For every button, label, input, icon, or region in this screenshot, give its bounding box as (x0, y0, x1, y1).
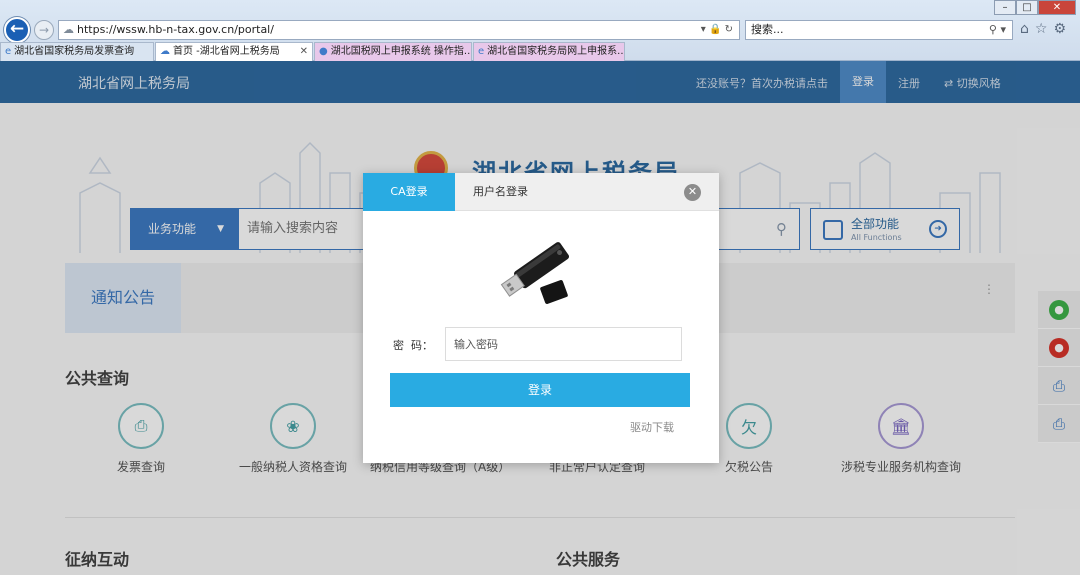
password-input[interactable] (445, 327, 682, 361)
ie-icon: e (5, 46, 12, 57)
tab-label: 首页 -湖北省网上税务局 (173, 46, 280, 57)
search-icon[interactable]: ⚲ ▾ (989, 21, 1006, 39)
driver-download-link[interactable]: 驱动下载 (630, 419, 674, 435)
tab-label: 湖北省国家税务局网上申报系... (487, 46, 625, 57)
tab-ca-login[interactable]: CA登录 (363, 173, 455, 211)
url-path: /portal/ (234, 23, 274, 36)
tab-label: 湖北国税网上申报系统 操作指... (330, 46, 472, 57)
password-label: 密 码： (393, 339, 433, 352)
browser-tab[interactable]: e 湖北省国家税务局发票查询 (0, 42, 154, 61)
toolbar-icons: ⌂☆⚙ (1020, 21, 1072, 37)
minimize-button[interactable]: – (994, 0, 1016, 15)
page-icon: ☁ (63, 23, 74, 36)
maximize-button[interactable]: □ (1016, 0, 1038, 15)
page-icon: ☁ (160, 46, 170, 57)
url-host: https://wssw.hb-n-tax.gov.cn (77, 23, 235, 36)
favorites-icon[interactable]: ☆ (1035, 21, 1054, 37)
close-tab-icon[interactable]: ✕ (300, 43, 308, 61)
browser-tabs: e 湖北省国家税务局发票查询 ☁ 首页 -湖北省网上税务局 ✕ ● 湖北国税网上申报系统… (0, 42, 626, 61)
home-icon[interactable]: ⌂ (1020, 21, 1035, 37)
browser-tab-active[interactable]: ☁ 首页 -湖北省网上税务局 ✕ (155, 42, 313, 61)
address-controls-icon[interactable]: ▾ 🔒 ↻ (701, 21, 733, 39)
baidu-icon: ● (319, 46, 328, 57)
address-bar[interactable]: ☁ https://wssw.hb-n-tax.gov.cn/portal/ ▾… (58, 20, 740, 40)
login-tabs: CA登录 用户名登录 ✕ (363, 173, 719, 211)
gear-icon[interactable]: ⚙ (1053, 21, 1072, 37)
browser-search-placeholder: 搜索... (751, 23, 784, 36)
close-icon[interactable]: ✕ (684, 184, 701, 201)
window-controls: – □ ✕ (994, 0, 1076, 15)
login-button[interactable]: 登录 (390, 373, 690, 407)
browser-tab[interactable]: ● 湖北国税网上申报系统 操作指... (314, 42, 472, 61)
login-modal: CA登录 用户名登录 ✕ 密 码： 登录 驱动下载 (363, 173, 719, 463)
tab-username-login[interactable]: 用户名登录 (473, 173, 528, 211)
back-button[interactable]: ← (4, 17, 30, 43)
browser-tab[interactable]: e 湖北省国家税务局网上申报系... (473, 42, 625, 61)
usb-key-image (500, 242, 570, 304)
forward-button[interactable]: → (34, 20, 54, 40)
close-window-button[interactable]: ✕ (1038, 0, 1076, 15)
browser-chrome: ← → ☁ https://wssw.hb-n-tax.gov.cn/porta… (0, 0, 1080, 61)
ie-icon: e (478, 46, 485, 57)
browser-search-input[interactable]: 搜索... ⚲ ▾ (745, 20, 1013, 40)
tab-label: 湖北省国家税务局发票查询 (14, 46, 135, 57)
